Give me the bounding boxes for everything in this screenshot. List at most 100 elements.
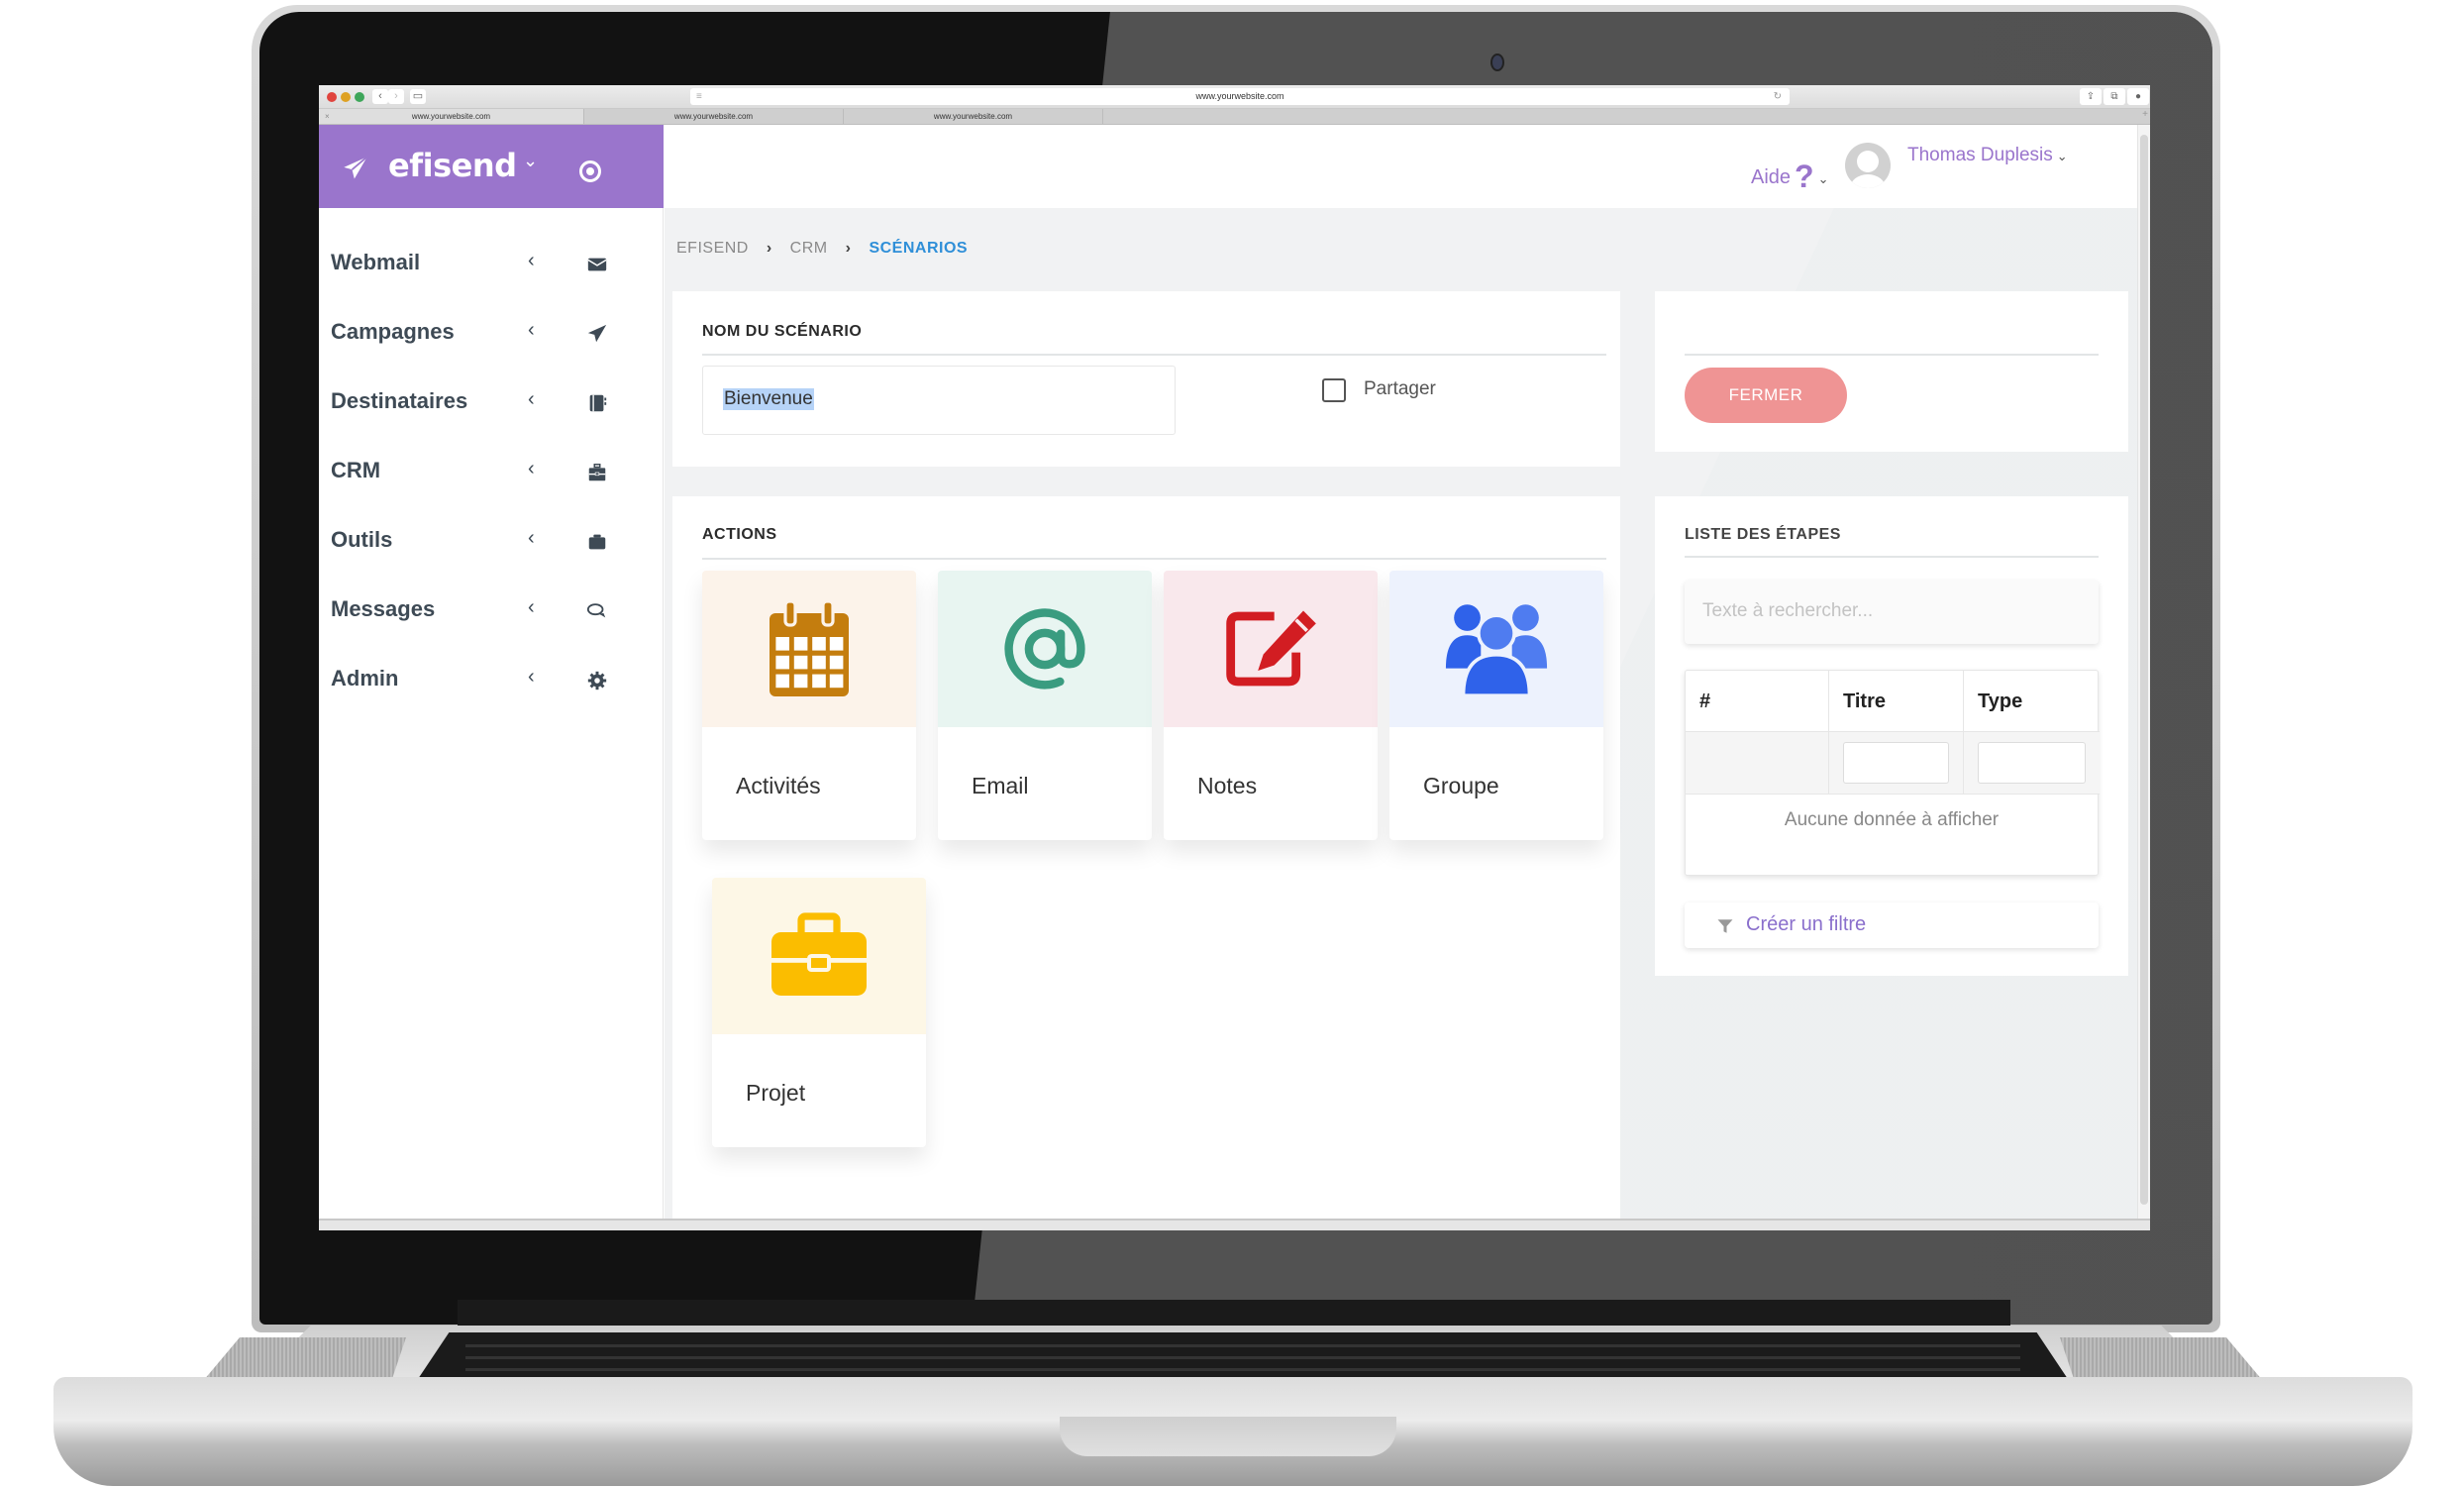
action-art xyxy=(1164,571,1378,727)
empty-table-message: Aucune donnée à afficher xyxy=(1784,809,2000,830)
tab-label: www.yourwebsite.com xyxy=(933,112,1013,121)
action-label: Activités xyxy=(736,773,821,798)
sidebar-item-crm[interactable]: CRM ‹ xyxy=(319,440,664,509)
webcam xyxy=(1492,55,1502,69)
extension-icon[interactable]: ● xyxy=(2127,88,2149,105)
sidebar-item-messages[interactable]: Messages ‹ xyxy=(319,579,664,648)
action-card-activites[interactable]: Activités xyxy=(702,571,916,840)
sidebar-item-label: Messages xyxy=(331,596,436,621)
action-label: Groupe xyxy=(1423,773,1499,798)
close-button[interactable]: FERMER xyxy=(1685,368,1847,423)
column-header-type[interactable]: Type xyxy=(1964,671,2100,732)
action-art xyxy=(712,878,926,1034)
chat-bubbles-icon xyxy=(586,603,606,618)
breadcrumb-item-efisend[interactable]: EFISEND xyxy=(676,240,749,257)
horizontal-scrollbar[interactable] xyxy=(319,1219,2150,1230)
chevron-down-icon: ⌄ xyxy=(2056,149,2068,163)
search-placeholder: Texte à rechercher... xyxy=(1702,600,1874,621)
brand-header: efisend ⌄ xyxy=(319,125,664,208)
filter-cell-number xyxy=(1686,732,1829,795)
gear-icon xyxy=(587,671,607,690)
sidebar: efisend ⌄ Webmail ‹ Campagnes ‹ Destinat… xyxy=(319,125,664,1230)
key-row xyxy=(465,1356,2020,1359)
share-checkbox[interactable] xyxy=(1322,378,1346,402)
sidebar-item-destinataires[interactable]: Destinataires ‹ xyxy=(319,371,664,440)
share-icon[interactable]: ⇪ xyxy=(2080,88,2102,105)
action-card-notes[interactable]: Notes xyxy=(1164,571,1378,840)
avatar[interactable] xyxy=(1845,143,1891,188)
action-art xyxy=(702,571,916,727)
sidebar-item-campagnes[interactable]: Campagnes ‹ xyxy=(319,301,664,371)
new-tab-button[interactable]: + xyxy=(2142,109,2148,120)
divider xyxy=(1685,354,2099,356)
chevron-left-icon: ‹ xyxy=(528,596,535,618)
chevron-left-icon: ‹ xyxy=(528,319,535,341)
target-icon[interactable] xyxy=(579,160,601,182)
brand-name[interactable]: efisend xyxy=(388,147,517,184)
brand-dropdown-icon[interactable]: ⌄ xyxy=(523,151,538,171)
close-tab-icon[interactable]: × xyxy=(325,109,330,124)
screen: ‹ › ▭ ≡ www.yourwebsite.com ↻ ⇪ ⧉ ● × ww… xyxy=(319,85,2150,1230)
column-header-titre[interactable]: Titre xyxy=(1829,671,1964,732)
action-art xyxy=(938,571,1152,727)
app-page: efisend ⌄ Webmail ‹ Campagnes ‹ Destinat… xyxy=(319,125,2150,1230)
minimize-window-button[interactable] xyxy=(341,92,351,102)
forward-button[interactable]: › xyxy=(388,89,404,104)
user-menu[interactable]: Thomas Duplesis ⌄ xyxy=(1907,145,2068,166)
browser-tabs: × www.yourwebsite.com www.yourwebsite.co… xyxy=(319,109,2150,125)
users-group-icon xyxy=(1445,604,1548,697)
action-card-groupe[interactable]: Groupe xyxy=(1389,571,1603,840)
browser-tab[interactable]: × www.yourwebsite.com xyxy=(319,109,584,124)
action-art xyxy=(1389,571,1603,727)
action-card-projet[interactable]: Projet xyxy=(712,878,926,1147)
divider xyxy=(702,558,1606,560)
breadcrumb-item-crm[interactable]: CRM xyxy=(790,240,828,257)
browser-tab[interactable]: www.yourwebsite.com xyxy=(844,109,1103,124)
sidebar-item-outils[interactable]: Outils ‹ xyxy=(319,509,664,579)
envelope-icon xyxy=(587,258,607,271)
sidebar-toggle-icon[interactable]: ▭ xyxy=(410,89,426,104)
back-button[interactable]: ‹ xyxy=(372,89,388,104)
main-content: EFISEND › CRM › SCÉNARIOS NOM DU SCÉNARIO Bi… xyxy=(665,208,2137,1230)
reload-icon[interactable]: ↻ xyxy=(1774,88,1782,105)
maximize-window-button[interactable] xyxy=(355,92,364,102)
chevron-left-icon: ‹ xyxy=(528,666,535,688)
scenario-name-panel: NOM DU SCÉNARIO Bienvenue Partager xyxy=(672,291,1620,467)
help-menu[interactable]: Aide? ⌄ xyxy=(1751,155,1828,194)
question-mark-icon: ? xyxy=(1795,159,1814,194)
sidebar-item-webmail[interactable]: Webmail ‹ xyxy=(319,232,664,301)
filter-cell-titre xyxy=(1829,732,1964,795)
scrollbar-thumb[interactable] xyxy=(2140,135,2148,1205)
filter-funnel-icon xyxy=(1717,919,1733,933)
sidebar-item-label: Destinataires xyxy=(331,388,468,413)
sidebar-item-label: Outils xyxy=(331,527,393,552)
reader-icon[interactable]: ≡ xyxy=(696,88,702,105)
vertical-scrollbar[interactable] xyxy=(2137,125,2150,1219)
sidebar-item-admin[interactable]: Admin ‹ xyxy=(319,648,664,717)
tab-label: www.yourwebsite.com xyxy=(411,112,491,121)
titre-filter-input[interactable] xyxy=(1843,742,1949,784)
address-bar[interactable]: ≡ www.yourwebsite.com ↻ xyxy=(690,88,1790,105)
steps-search-input[interactable]: Texte à rechercher... xyxy=(1685,581,2099,644)
close-window-button[interactable] xyxy=(327,92,337,102)
type-filter-input[interactable] xyxy=(1978,742,2086,784)
chevron-left-icon: ‹ xyxy=(528,250,535,271)
scenario-name-input[interactable]: Bienvenue xyxy=(702,366,1176,435)
actions-title: ACTIONS xyxy=(702,526,777,543)
laptop-lid-notch xyxy=(1060,1417,1396,1456)
share-label[interactable]: Partager xyxy=(1364,378,1436,400)
scenario-name-value: Bienvenue xyxy=(723,388,814,410)
steps-panel: LISTE DES ÉTAPES Texte à rechercher... #… xyxy=(1655,496,2128,976)
divider xyxy=(1685,556,2099,558)
create-filter-button[interactable]: Créer un filtre xyxy=(1685,903,2099,948)
calendar-icon xyxy=(770,599,849,696)
action-card-email[interactable]: Email xyxy=(938,571,1152,840)
column-header-number[interactable]: # xyxy=(1686,671,1829,732)
chevron-left-icon: ‹ xyxy=(528,388,535,410)
briefcase-icon xyxy=(588,534,606,550)
filter-cell-type xyxy=(1964,732,2100,795)
browser-tab[interactable]: www.yourwebsite.com xyxy=(584,109,844,124)
steps-table: # Titre Type Aucune donnée à afficher xyxy=(1685,670,2100,876)
sidebar-item-label: CRM xyxy=(331,458,381,482)
tabs-icon[interactable]: ⧉ xyxy=(2104,88,2125,105)
